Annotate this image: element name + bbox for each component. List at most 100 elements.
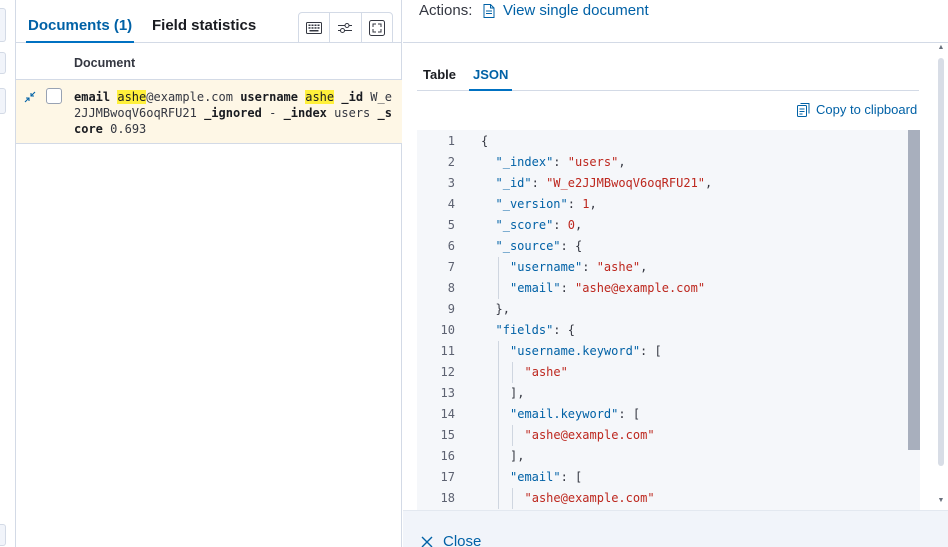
line-content: "fields": { [496,320,575,341]
line-number: 5 [447,218,455,232]
json-code-view[interactable]: 1{2 "_index": "users", 3 "_id": "W_e2JJMBwo… [417,130,920,510]
column-header: Document [16,44,402,80]
document-icon [483,3,495,18]
copy-clipboard-icon [797,102,810,117]
keyboard-icon [306,21,323,34]
column-header-document[interactable]: Document [74,56,135,70]
display-settings-button[interactable] [330,13,362,42]
field-value: - [269,106,277,120]
json-number: 0 [567,218,575,232]
line-content: "_score": 0, [496,215,583,236]
code-line: 6 "_source": { [417,236,920,257]
indent-guide [497,341,499,362]
line-number: 16 [440,449,455,463]
indent-guide [497,488,499,509]
copy-to-clipboard-button[interactable]: Copy to clipboard [797,102,917,117]
line-number: 4 [447,197,455,211]
search-highlight: ashe [305,90,335,104]
code-line: 16], [417,446,920,467]
line-content: "_source": { [496,236,583,257]
code-line: 4 "_version": 1, [417,194,920,215]
json-punct: , [705,176,713,190]
json-punct: , [574,218,583,232]
line-content: "_version": 1, [496,194,597,215]
line-number: 14 [440,407,455,421]
line-number: 2 [447,155,455,169]
line-number: 6 [447,239,455,253]
expand-document-icon[interactable] [24,90,36,108]
grid-toolbar [298,12,393,43]
line-content: "_id": "W_e2JJMBwoqV6oqRFU21", [496,173,713,194]
edge-tab[interactable] [0,524,6,546]
tab-table[interactable]: Table [423,67,456,82]
line-content: "ashe" [525,362,568,383]
code-line: 15 "ashe@example.com" [417,425,920,446]
field-key: username [240,90,298,104]
json-string: "ashe@example.com" [524,428,655,442]
line-content: ], [510,446,524,467]
close-icon [421,536,433,547]
code-line: 11 "username.keyword": [ [417,341,920,362]
json-punct: : [ [618,407,641,421]
code-line: 10 "fields": { [417,320,920,341]
json-key: "_source" [495,239,561,253]
field-key: _ignored [204,106,262,120]
line-number: 15 [440,428,455,442]
line-content: { [481,131,488,152]
view-single-document-link[interactable]: View single document [483,2,649,19]
json-punct: }, [495,302,510,316]
json-punct: , [640,260,648,274]
fullscreen-icon [368,19,385,36]
json-key: "_version" [495,197,568,211]
scroll-up-icon[interactable]: ▲ [937,44,945,52]
code-line: 17 "email": [ [417,467,920,488]
line-content: "ashe@example.com" [525,425,655,446]
edge-tab[interactable] [0,8,6,42]
json-key: "_score" [495,218,554,232]
document-flyout: Actions: View single document Table JSON… [403,0,948,547]
code-line: 14 "email.keyword": [ [417,404,920,425]
line-number: 8 [447,281,455,295]
line-number: 12 [440,365,455,379]
tab-documents[interactable]: Documents (1) [25,17,135,43]
json-key: "email" [510,281,561,295]
line-number: 7 [447,260,455,274]
json-string: "ashe" [524,365,568,379]
line-number: 10 [440,323,455,337]
json-key: "_index" [495,155,554,169]
tab-field-statistics[interactable]: Field statistics [152,17,256,34]
keyboard-shortcuts-button[interactable] [299,13,331,42]
json-key: "email.keyword" [510,407,619,421]
json-punct: : [553,155,568,169]
indent-guide [497,467,499,488]
indent-guide [512,362,513,383]
json-string: "ashe@example.com" [575,281,706,295]
line-number: 11 [440,344,455,358]
actions-label: Actions: [419,2,473,19]
indent-guide [497,278,499,299]
json-key: "email" [510,470,561,484]
code-line: 13], [417,383,920,404]
actions-bar: Actions: View single document [403,0,948,43]
edge-tab[interactable] [0,52,6,74]
json-key: "_id" [495,176,532,190]
code-line: 5 "_score": 0, [417,215,920,236]
json-punct: : [582,260,597,274]
edge-tab[interactable] [0,88,6,114]
indent-guide [497,383,499,404]
code-line: 18 "ashe@example.com" [417,488,920,509]
close-button[interactable]: Close [421,533,481,547]
indent-guide [497,446,499,467]
scroll-down-icon[interactable]: ▼ [937,497,945,505]
json-string: "ashe@example.com" [524,491,655,505]
json-punct: ], [510,449,525,463]
tab-json[interactable]: JSON [468,67,513,91]
fullscreen-button[interactable] [362,13,392,42]
flyout-tabs: Table JSON [417,57,919,91]
row-select-checkbox[interactable] [46,88,62,104]
copy-to-clipboard-label: Copy to clipboard [816,102,918,117]
json-punct: : [531,176,547,190]
documents-panel: Documents (1) Field statistics Document … [16,0,402,547]
table-row[interactable]: email ashe@example.com username ashe _id… [16,80,402,144]
flyout-scrollbar[interactable] [938,58,944,466]
